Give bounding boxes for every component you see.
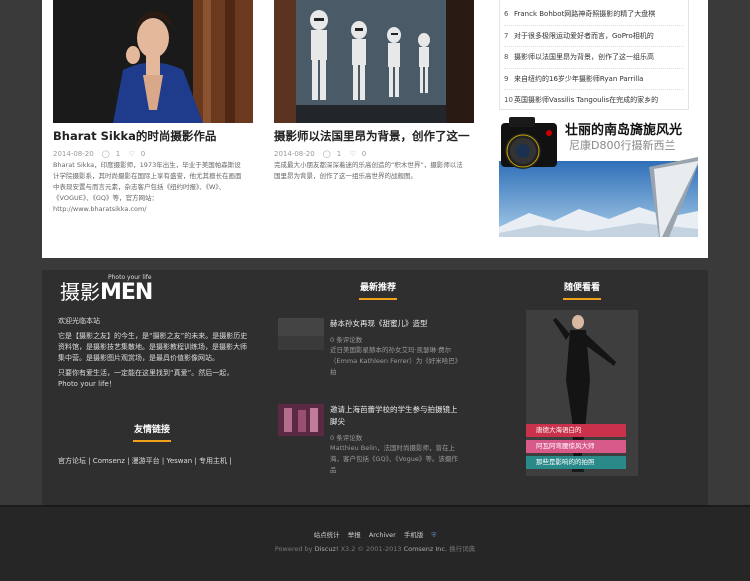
rank-number: 8 — [504, 53, 509, 62]
like-count: 0 — [140, 150, 146, 158]
friend-links[interactable]: 官方论坛 | Comsenz | 漫游平台 | Yeswan | 专用主机 | — [58, 456, 232, 466]
logo-tagline: Photo your life — [108, 274, 152, 281]
gallery-label[interactable]: 那些是影响的的拍照 — [526, 456, 626, 469]
article-title[interactable]: 摄影师以法国里昂为背景，创作了这一 — [274, 128, 474, 144]
footer-link-stats[interactable]: 站点统计 — [314, 531, 340, 539]
comment-count: 1 — [115, 150, 121, 158]
rank-item[interactable]: 7 对于很多极限运动爱好者而言，GoPro相机的 — [504, 26, 684, 48]
rank-number: 10 — [504, 96, 513, 105]
article-thumbnail[interactable] — [53, 0, 253, 123]
intro-paragraph: 只要你有爱生活，一定能在这里找到“真爱”。然后一起，Photo your lif… — [58, 369, 234, 388]
like-icon: ♡ — [128, 150, 135, 158]
footer-extra[interactable]: 换行词典 — [449, 545, 475, 553]
article-description: Bharat Sikka，印度摄影师，1973年出生，毕业于美国帕森斯设计学院摄… — [53, 161, 242, 213]
news-thumbnail[interactable] — [278, 318, 324, 350]
article-date: 2014-08-20 — [274, 150, 315, 158]
news-thumbnail[interactable] — [278, 404, 324, 436]
ranking-list: 6 Franck Bohbot网路神奇照摄影的精了大盘棋 7 对于很多极限运动爱好者… — [499, 0, 689, 110]
version: X3.2 — [340, 545, 356, 553]
news-comment-count: 0 条评论数 — [330, 434, 363, 442]
promo-banner[interactable]: 壮丽的南岛旖旎风光 尼康D800行摄新西兰 — [499, 117, 698, 237]
copyright: © 2001-2013 — [357, 545, 402, 553]
intro-welcome: 欢迎光临本站 — [58, 317, 100, 325]
rank-title[interactable]: Franck Bohbot网路神奇照摄影的精了大盘棋 — [514, 10, 655, 18]
friend-links-title: 友情链接 — [122, 422, 182, 442]
random-title: 随便看看 — [552, 280, 612, 300]
rank-number: 9 — [504, 74, 509, 83]
comment-icon: ◯ — [322, 150, 331, 158]
site-intro: 欢迎光临本站 它是【摄影之友】的今生，是“摄影之友”的未来。是摄影历史资料馆，是… — [58, 316, 253, 394]
discuz-link[interactable]: Discuz! — [315, 545, 339, 553]
article-description: 完成最大小朋友都深深着迷的乐高创造的“积木世界”，摄影师以法国里昂为背景，创作了… — [274, 161, 463, 180]
rank-item[interactable]: 6 Franck Bohbot网路神奇照摄影的精了大盘棋 — [504, 4, 684, 26]
random-gallery[interactable]: 唐德大海语白的 阿瓦阿弯腰惊风大师 那些是影响的的拍照 — [526, 310, 638, 476]
content-panel: Bharat Sikka的时尚摄影作品 2014-08-20 ◯ 1 ♡ 0 Bha… — [42, 0, 708, 258]
rank-item[interactable]: 10英国摄影师Vassilis Tangoulis在完成的家乡的 — [504, 90, 684, 112]
footer-link-mobile[interactable]: 手机版 — [404, 531, 424, 539]
shield-icon: ⛨ — [431, 531, 437, 539]
site-footer: 站点统计 举报 Archiver 手机版 ⛨ Powered by Discuz… — [0, 505, 750, 581]
rank-item[interactable]: 9 来自纽约的16岁少年摄影师Ryan Parrilla — [504, 69, 684, 91]
rank-title[interactable]: 来自纽约的16岁少年摄影师Ryan Parrilla — [514, 75, 643, 83]
company-link[interactable]: Comsenz Inc. — [404, 545, 448, 553]
news-description: Matthieu Belin，法国时尚摄影师，曾在上海，客户包括《GQ》、《Vo… — [330, 444, 458, 474]
like-icon: ♡ — [349, 150, 356, 158]
logo-en: MEN — [100, 280, 153, 305]
promo-headline: 壮丽的南岛旖旎风光 — [565, 123, 683, 138]
gallery-label[interactable]: 阿瓦阿弯腰惊风大师 — [526, 440, 626, 453]
powered-by: Powered by Discuz! X3.2 © 2001-2013 Coms… — [0, 543, 750, 553]
article-meta: 2014-08-20 ◯ 1 ♡ 0 — [53, 150, 151, 158]
latest-title: 最新推荐 — [348, 280, 408, 300]
article-title[interactable]: Bharat Sikka的时尚摄影作品 — [53, 128, 253, 144]
comment-count: 1 — [336, 150, 342, 158]
site-logo[interactable]: Photo your life 摄影MEN — [60, 274, 153, 305]
article-meta: 2014-08-20 ◯ 1 ♡ 0 — [274, 150, 372, 158]
intro-paragraph: 它是【摄影之友】的今生，是“摄影之友”的未来。是摄影历史资料馆，是摄影技艺集散地… — [58, 332, 248, 362]
news-comment-count: 0 条评论数 — [330, 336, 363, 344]
news-title[interactable]: 邀请上海芭蕾学校的学生参与拍摄镜上脚尖 — [330, 404, 458, 428]
news-description: 近日美国影星赫本的孙女艾玛·凯瑟琳·费尔（Emma Kathleen Ferre… — [330, 346, 459, 376]
footer-link-report[interactable]: 举报 — [348, 531, 361, 539]
comment-icon: ◯ — [101, 150, 110, 158]
footer-nav: 站点统计 举报 Archiver 手机版 ⛨ — [0, 529, 750, 540]
rank-number: 7 — [504, 31, 509, 40]
gallery-label[interactable]: 唐德大海语白的 — [526, 424, 626, 437]
rank-number: 6 — [504, 10, 509, 18]
news-title[interactable]: 赫本孙女再现《甜蜜儿》造型 — [330, 318, 458, 330]
article-thumbnail[interactable] — [274, 0, 474, 123]
article-date: 2014-08-20 — [53, 150, 94, 158]
logo-cn: 摄影 — [60, 280, 100, 304]
footer-panel: Photo your life 摄影MEN 欢迎光临本站 它是【摄影之友】的今生… — [42, 270, 708, 505]
like-count: 0 — [361, 150, 367, 158]
rank-item[interactable]: 8 摄影师以法国里昂为背景，创作了这一组乐高 — [504, 47, 684, 69]
rank-title[interactable]: 摄影师以法国里昂为背景，创作了这一组乐高 — [514, 53, 654, 61]
promo-subline: 尼康D800行摄新西兰 — [569, 139, 676, 152]
rank-title[interactable]: 英国摄影师Vassilis Tangoulis在完成的家乡的 — [514, 96, 658, 104]
powered-prefix: Powered by — [274, 545, 313, 553]
footer-link-archiver[interactable]: Archiver — [369, 531, 396, 539]
rank-title[interactable]: 对于很多极限运动爱好者而言，GoPro相机的 — [514, 32, 654, 40]
